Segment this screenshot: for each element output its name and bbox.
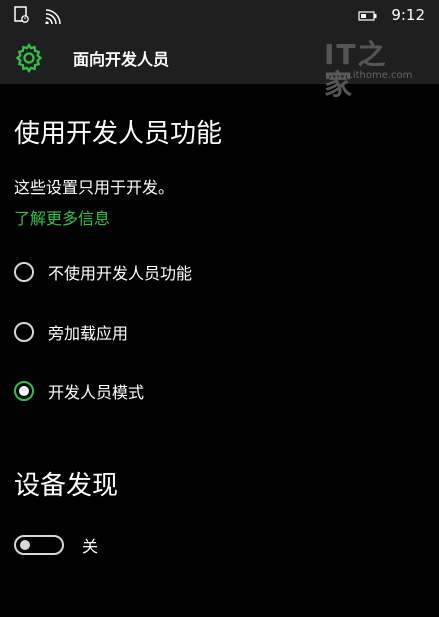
page-title: 面向开发人员 xyxy=(73,50,170,69)
toggle-state-label: 关 xyxy=(82,537,99,556)
watermark-url: www.ithome.com xyxy=(326,70,413,81)
gear-icon xyxy=(15,42,43,74)
learn-more-link[interactable]: 了解更多信息 xyxy=(14,205,110,229)
wifi-icon xyxy=(45,9,61,24)
status-bar: 9:12 xyxy=(0,0,439,32)
device-discovery-heading: 设备发现 xyxy=(14,471,119,501)
radio-selected-dot xyxy=(19,386,29,396)
clock-time: 9:12 xyxy=(391,6,425,24)
device-discovery-toggle[interactable] xyxy=(14,535,64,555)
radio-label: 不使用开发人员功能 xyxy=(48,264,193,283)
watermark-logo: IT之家 www.ithome.com xyxy=(324,40,416,100)
device-discovery-toggle-row: 关 xyxy=(14,532,98,558)
battery-icon xyxy=(358,11,377,21)
radio-label: 旁加载应用 xyxy=(48,324,129,343)
radio-option-developer-mode[interactable]: 开发人员模式 xyxy=(14,377,144,405)
notification-icon xyxy=(14,6,29,23)
radio-button[interactable] xyxy=(14,322,34,342)
developer-features-heading: 使用开发人员功能 xyxy=(14,119,223,149)
toggle-knob xyxy=(20,540,30,550)
radio-option-sideload[interactable]: 旁加载应用 xyxy=(14,318,128,346)
title-bar: 面向开发人员 IT之家 www.ithome.com xyxy=(0,32,439,100)
radio-button[interactable] xyxy=(14,262,34,282)
radio-label: 开发人员模式 xyxy=(48,383,145,402)
radio-button-selected[interactable] xyxy=(14,381,34,401)
radio-option-off[interactable]: 不使用开发人员功能 xyxy=(14,258,192,286)
developer-features-description: 这些设置只用于开发。 xyxy=(14,178,175,197)
